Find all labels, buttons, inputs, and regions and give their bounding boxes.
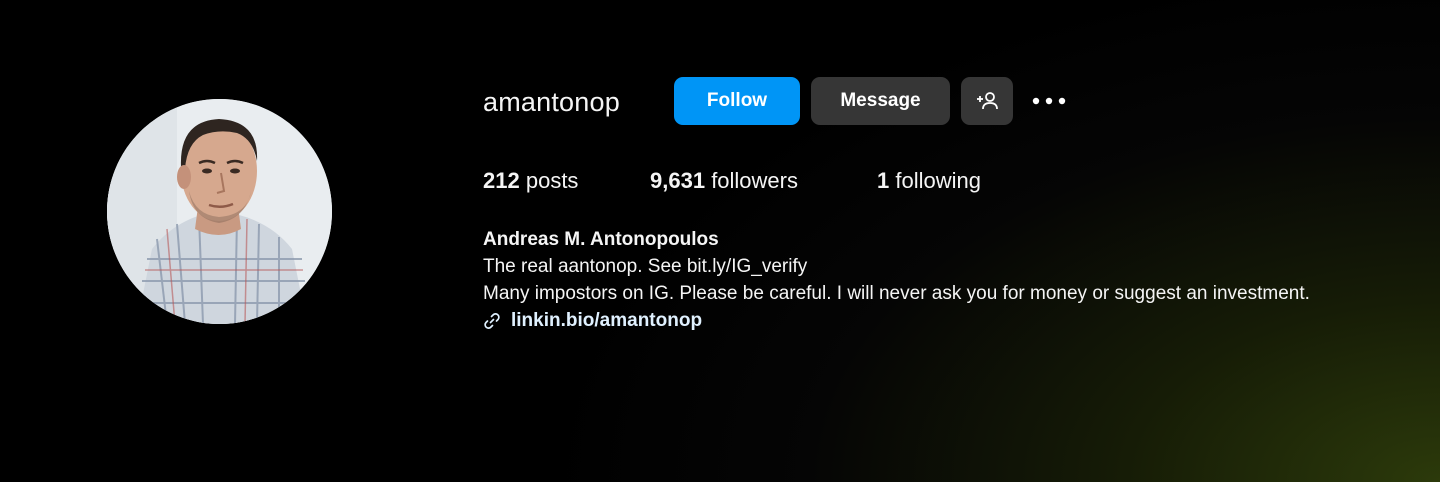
suggested-accounts-button[interactable] xyxy=(961,77,1013,125)
add-person-icon xyxy=(975,91,999,111)
posts-label: posts xyxy=(525,168,579,193)
posts-stat: 212 posts xyxy=(483,167,578,195)
full-name: Andreas M. Antonopoulos xyxy=(483,229,719,250)
more-dots-icon xyxy=(1032,97,1066,105)
follow-button[interactable]: Follow xyxy=(674,77,800,125)
bio-link-text[interactable]: linkin.bio/amantonop xyxy=(511,307,702,334)
following-count: 1 xyxy=(877,168,890,193)
profile-avatar[interactable] xyxy=(107,99,332,324)
bio-link[interactable]: linkin.bio/amantonop xyxy=(483,307,1343,334)
more-options-button[interactable] xyxy=(1026,77,1072,125)
message-button-label: Message xyxy=(840,90,921,111)
bio-line-2: Many impostors on IG. Please be careful.… xyxy=(483,283,1310,304)
profile-photo xyxy=(107,99,332,324)
followers-count: 9,631 xyxy=(650,168,706,193)
profile-bio: Andreas M. Antonopoulos The real aantono… xyxy=(483,226,1343,334)
follow-button-label: Follow xyxy=(706,90,768,111)
following-label: following xyxy=(895,168,981,193)
message-button[interactable]: Message xyxy=(811,77,950,125)
posts-count: 212 xyxy=(483,168,520,193)
bio-line-1: The real aantonop. See bit.ly/IG_verify xyxy=(483,256,808,277)
followers-stat[interactable]: 9,631 followers xyxy=(650,167,798,195)
followers-label: followers xyxy=(711,168,798,193)
profile-username: amantonop xyxy=(483,87,620,117)
following-stat[interactable]: 1 following xyxy=(877,167,981,195)
link-icon xyxy=(483,312,501,330)
